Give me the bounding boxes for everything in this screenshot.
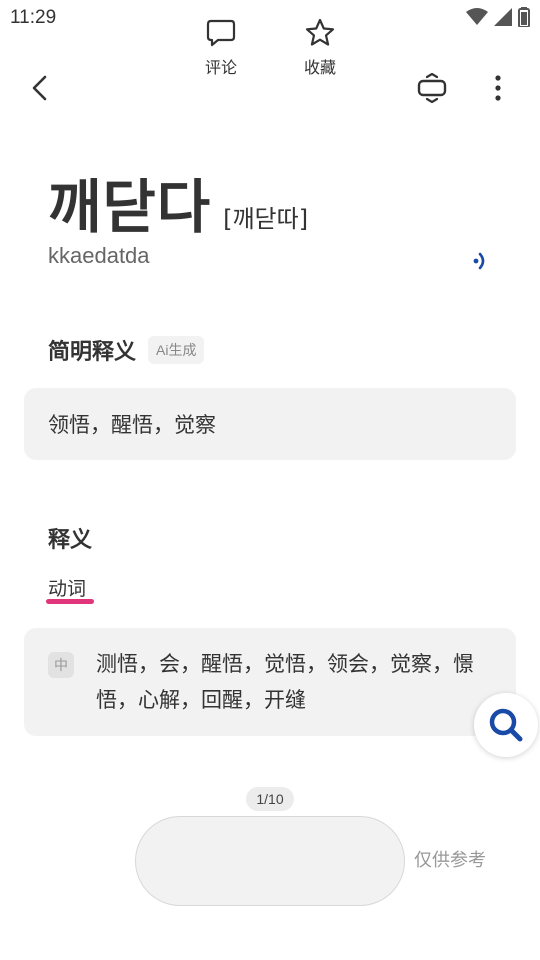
comment-label: 评论 [204,58,237,77]
page-indicator: 1/10 [246,787,294,811]
status-icons [466,7,530,27]
signal-icon [494,8,512,26]
brief-title: 简明释义 [48,340,137,365]
wifi-icon [466,8,488,25]
pronunciation: [깨닫따] [223,205,309,233]
status-bar: 11:29 [0,0,540,38]
brief-box: 领悟，醒悟，觉察 [24,388,516,460]
action-bar [135,816,405,906]
brief-heading: 简明释义 Ai生成 [48,334,205,366]
top-bar [0,60,540,116]
scan-icon [417,73,447,103]
status-time: 11:29 [10,7,57,28]
back-button[interactable] [22,70,58,106]
search-fab-button[interactable] [474,693,538,757]
favorite-button[interactable]: 收藏 [285,18,355,78]
headword-row: 깨닫다 [깨닫따] [48,160,308,244]
comment-icon [206,19,236,47]
comment-button[interactable]: 评论 [186,18,256,78]
more-options-button[interactable] [478,68,518,108]
battery-icon [518,7,530,27]
pos-tab-indicator [46,599,94,604]
definition-title: 释义 [48,528,93,553]
favorite-label: 收藏 [303,58,336,77]
language-tag: 中 [48,652,74,678]
ai-badge: Ai生成 [148,336,205,364]
headword: 깨닫다 [48,173,212,241]
definition-box: 中 测悟，会，醒悟，觉悟，领会，觉察，憬悟，心解，回醒，开缝 [24,628,516,736]
definition-text: 测悟，会，醒悟，觉悟，领会，觉察，憬悟，心解，回醒，开缝 [96,652,474,712]
star-icon [305,18,335,46]
more-vertical-icon [495,75,501,101]
romanization: kkaedatda [48,243,150,268]
disclaimer-text: 仅供参考 [414,850,486,871]
search-icon [489,708,523,742]
brief-text: 领悟，醒悟，觉察 [48,413,216,437]
scan-button[interactable] [410,68,454,108]
back-arrow-icon [32,75,47,101]
audio-button[interactable] [466,246,496,276]
speaker-wave-icon [473,252,485,270]
